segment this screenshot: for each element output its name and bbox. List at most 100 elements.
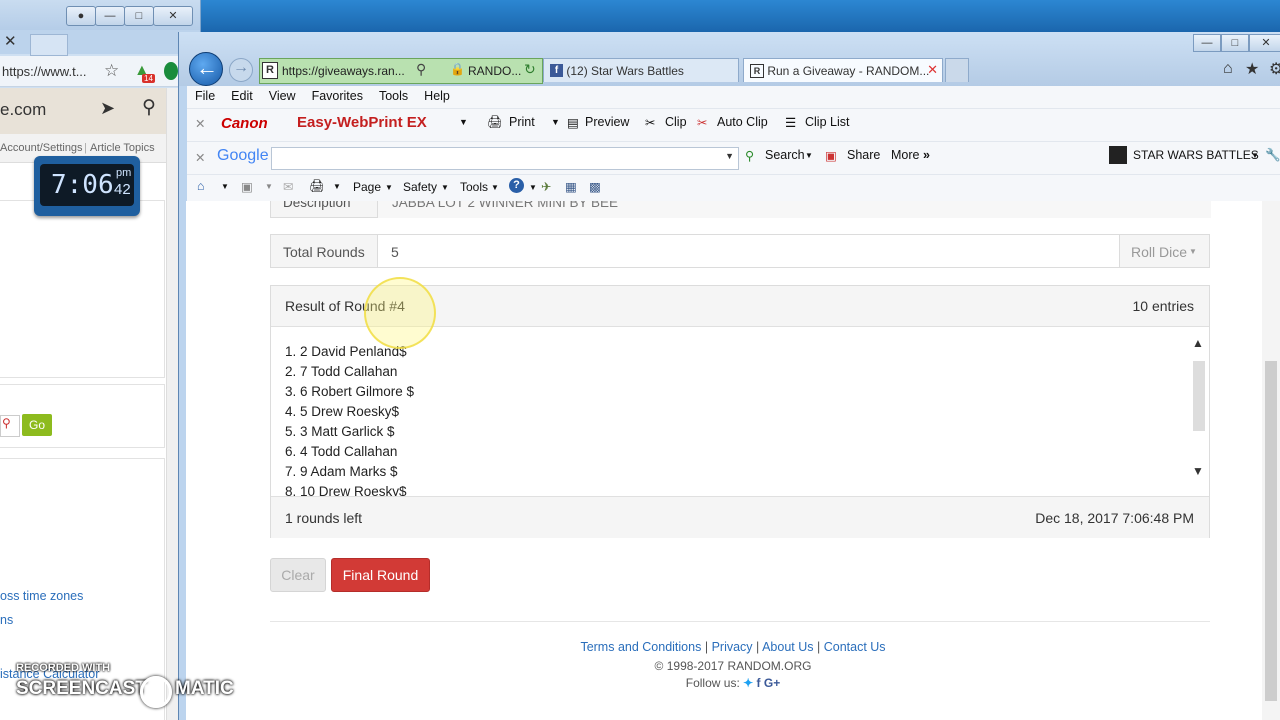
browser-tab-strip: — □ ✕ ← → R https://giveaways.ran... ⚲ 🔒… bbox=[179, 32, 1280, 86]
print-button[interactable]: Print bbox=[509, 115, 535, 129]
maximize-button[interactable]: □ bbox=[124, 6, 154, 26]
account-settings-link[interactable]: Account/Settings bbox=[0, 142, 83, 154]
mail-icon[interactable]: ✉ bbox=[283, 179, 293, 194]
easy-webprint-button[interactable]: Easy-WebPrint EX bbox=[297, 114, 427, 131]
printer-icon[interactable]: 🖨 bbox=[309, 179, 325, 194]
home-icon[interactable]: ⌂ bbox=[1223, 60, 1233, 78]
favorites-star-icon[interactable]: ★ bbox=[1245, 59, 1259, 79]
chevron-down-icon[interactable]: ▼ bbox=[491, 183, 499, 192]
profile-name[interactable]: STAR WARS BATTLES bbox=[1133, 148, 1259, 162]
chevron-down-icon[interactable]: ▼ bbox=[385, 183, 393, 192]
chevron-down-icon[interactable]: ▼ bbox=[1251, 151, 1259, 160]
addon-icon[interactable]: ✈ bbox=[541, 179, 551, 194]
search-field[interactable]: ⚲ bbox=[0, 415, 20, 437]
page-scrollbar[interactable] bbox=[1262, 201, 1280, 720]
clip-list-button[interactable]: Clip List bbox=[805, 115, 849, 129]
total-rounds-field[interactable]: 5 bbox=[377, 235, 1120, 267]
privacy-link[interactable]: Privacy bbox=[712, 640, 753, 654]
menu-help[interactable]: Help bbox=[416, 86, 458, 103]
page-scroll-thumb[interactable] bbox=[1265, 361, 1277, 701]
tab-star-wars-battles[interactable]: f (12) Star Wars Battles bbox=[543, 58, 739, 82]
forward-button[interactable]: → bbox=[229, 58, 253, 82]
menu-file[interactable]: File bbox=[187, 86, 223, 103]
final-round-button[interactable]: Final Round bbox=[331, 558, 430, 592]
google-search-input[interactable]: ▼ bbox=[271, 147, 739, 170]
facebook-icon[interactable]: f bbox=[757, 676, 761, 690]
about-link[interactable]: About Us bbox=[762, 640, 813, 654]
close-tab-icon[interactable]: ✕ bbox=[4, 32, 17, 50]
conversions-link[interactable]: ns bbox=[0, 613, 13, 627]
settings-gear-icon[interactable]: ⚙ bbox=[1269, 59, 1280, 79]
close-toolbar-icon[interactable]: ✕ bbox=[195, 116, 205, 131]
google-plus-icon[interactable]: G+ bbox=[764, 676, 780, 690]
article-topics-link[interactable]: Article Topics bbox=[90, 142, 155, 154]
go-button[interactable]: Go bbox=[22, 414, 52, 436]
research-icon[interactable]: ▦ bbox=[565, 179, 577, 194]
wrench-icon[interactable]: 🔧 bbox=[1265, 148, 1280, 163]
contact-link[interactable]: Contact Us bbox=[824, 640, 886, 654]
list-item: 5. 3 Matt Garlick $ bbox=[285, 424, 395, 439]
menu-tools[interactable]: Tools bbox=[371, 86, 416, 103]
tools-menu[interactable]: Tools bbox=[460, 180, 488, 194]
menu-favorites[interactable]: Favorites bbox=[304, 86, 371, 103]
lock-icon: 🔒 bbox=[450, 62, 465, 76]
preview-button[interactable]: Preview bbox=[585, 115, 629, 129]
background-browser-window[interactable]: ● — □ ✕ ✕ https://www.t... ☆ ▲ 14 e.com … bbox=[0, 0, 201, 720]
chevron-down-icon[interactable]: ▼ bbox=[529, 183, 537, 192]
translate-icon[interactable]: ▩ bbox=[589, 179, 601, 194]
twitter-icon[interactable]: ✦ bbox=[743, 676, 753, 690]
menu-view[interactable]: View bbox=[261, 86, 304, 103]
close-toolbar-icon[interactable]: ✕ bbox=[195, 150, 205, 165]
minimize-button[interactable]: — bbox=[1193, 34, 1221, 52]
scroll-down-icon[interactable]: ▼ bbox=[1192, 464, 1204, 478]
share-icon[interactable]: ➤ bbox=[100, 98, 115, 119]
site-name[interactable]: e.com bbox=[0, 100, 46, 120]
feeds-icon[interactable]: ▣ bbox=[241, 179, 253, 194]
entries-scrollbar[interactable]: ▲ ▼ bbox=[1191, 336, 1207, 496]
clear-button[interactable]: Clear bbox=[270, 558, 326, 592]
chevron-down-icon[interactable]: ▼ bbox=[725, 151, 734, 161]
maximize-button[interactable]: □ bbox=[1221, 34, 1249, 52]
chevron-down-icon[interactable]: ▼ bbox=[265, 182, 273, 191]
entries-list[interactable]: 1. 2 David Penland$ 2. 7 Todd Callahan 3… bbox=[285, 342, 1185, 496]
time-zones-link[interactable]: oss time zones bbox=[0, 589, 83, 603]
share-button[interactable]: Share bbox=[847, 148, 880, 162]
roll-dice-button[interactable]: Roll Dice bbox=[1131, 244, 1187, 260]
close-window-button[interactable]: ✕ bbox=[1249, 34, 1280, 52]
home-icon[interactable]: ⌂ bbox=[197, 179, 205, 193]
back-button[interactable]: ← bbox=[189, 52, 223, 86]
chevron-down-icon[interactable]: ▼ bbox=[333, 182, 341, 191]
close-window-button[interactable]: ✕ bbox=[153, 6, 193, 26]
scroll-up-icon[interactable]: ▲ bbox=[1192, 336, 1204, 350]
safety-menu[interactable]: Safety bbox=[403, 180, 437, 194]
user-icon[interactable]: ● bbox=[66, 6, 96, 26]
address-url[interactable]: https://giveaways.ran... bbox=[282, 64, 405, 78]
help-icon[interactable]: ? bbox=[509, 178, 524, 193]
clip-button[interactable]: Clip bbox=[665, 115, 687, 129]
chevron-down-icon[interactable]: ▼ bbox=[441, 183, 449, 192]
chevron-down-icon[interactable]: ▼ bbox=[221, 182, 229, 191]
more-button[interactable]: More bbox=[891, 148, 919, 162]
tab-run-a-giveaway[interactable]: R Run a Giveaway - RANDOM... ✕ bbox=[743, 58, 943, 82]
scroll-thumb[interactable] bbox=[1193, 361, 1205, 431]
chevron-down-icon[interactable]: ▼ bbox=[459, 117, 468, 127]
google-search-button[interactable]: Search bbox=[765, 148, 805, 162]
new-tab-button[interactable] bbox=[30, 34, 68, 56]
close-tab-icon[interactable]: ✕ bbox=[927, 62, 938, 78]
auto-clip-button[interactable]: Auto Clip bbox=[717, 115, 768, 129]
refresh-icon[interactable]: ↻ bbox=[524, 61, 536, 78]
minimize-button[interactable]: — bbox=[95, 6, 125, 26]
address-bar[interactable]: R https://giveaways.ran... ⚲ 🔒 RANDO... … bbox=[259, 58, 543, 84]
background-address-bar[interactable]: https://www.t... ☆ ▲ 14 bbox=[0, 56, 200, 87]
background-url[interactable]: https://www.t... bbox=[2, 64, 87, 79]
search-dropdown-icon[interactable]: ⚲ bbox=[416, 61, 426, 78]
search-icon[interactable]: ⚲ bbox=[142, 96, 156, 119]
new-tab-button[interactable] bbox=[945, 58, 969, 82]
chevron-down-icon[interactable]: ▼ bbox=[805, 151, 813, 160]
bookmark-star-icon[interactable]: ☆ bbox=[104, 61, 119, 81]
chevron-down-icon[interactable]: ▼ bbox=[551, 117, 560, 127]
menu-edit[interactable]: Edit bbox=[223, 86, 261, 103]
terms-link[interactable]: Terms and Conditions bbox=[580, 640, 701, 654]
page-menu[interactable]: Page bbox=[353, 180, 381, 194]
extension-icon-2[interactable] bbox=[164, 62, 178, 80]
